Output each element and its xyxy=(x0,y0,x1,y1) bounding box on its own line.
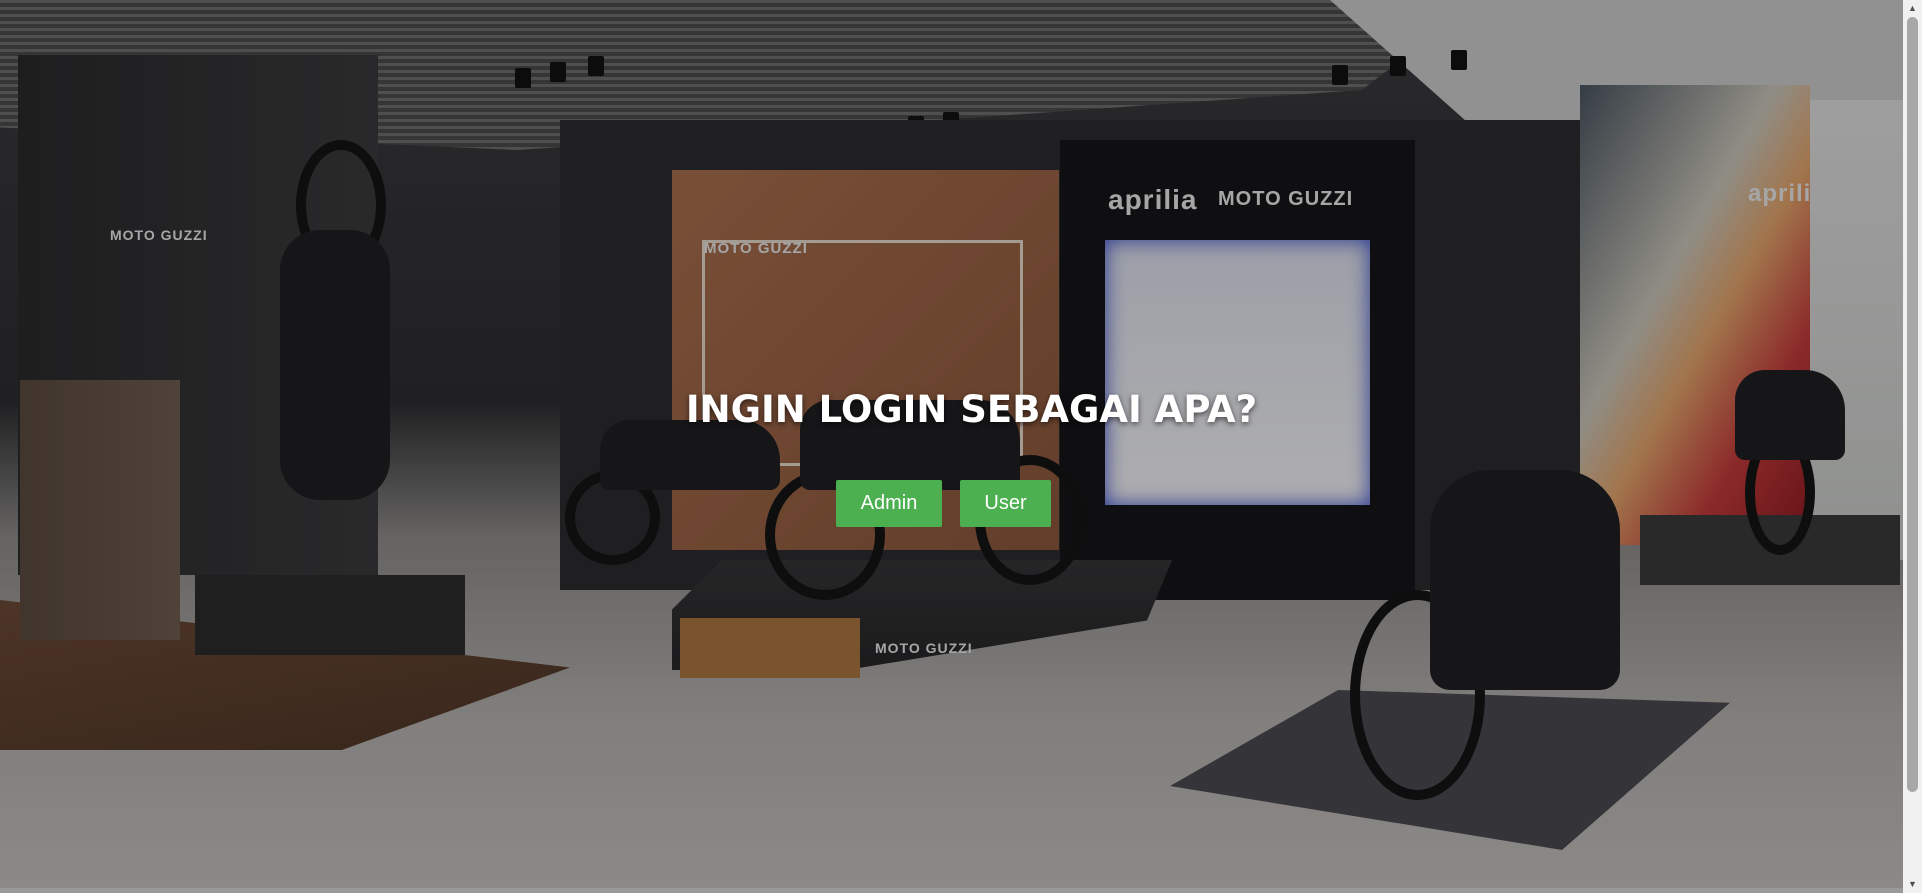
triangle-up-icon[interactable]: ▲ xyxy=(1903,0,1922,17)
page-title: INGIN LOGIN SEBAGAI APA? xyxy=(685,388,1258,431)
dim-overlay xyxy=(0,0,1903,893)
bottom-edge-bar xyxy=(0,888,1903,893)
role-button-group: Admin User xyxy=(836,480,1051,527)
admin-button[interactable]: Admin xyxy=(836,480,942,527)
scrollbar-thumb[interactable] xyxy=(1907,17,1918,792)
user-button[interactable]: User xyxy=(960,480,1051,527)
triangle-down-icon[interactable]: ▼ xyxy=(1903,876,1922,893)
vertical-scrollbar[interactable]: ▲ ▼ xyxy=(1903,0,1922,893)
login-page: MOTO GUZZI MOTO GUZZI aprilia MOTO GUZZI… xyxy=(0,0,1903,893)
